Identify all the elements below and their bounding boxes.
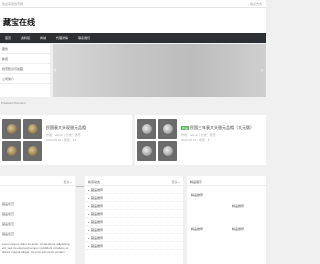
product-title-text[interactable]: 民国三年袁大头银元品相（大元版） (190, 125, 254, 130)
more-link[interactable]: 更多 » (63, 180, 72, 184)
news-item[interactable]: 藏品推荐 (85, 218, 183, 226)
news-item[interactable]: 藏品推荐 (85, 210, 183, 218)
side-menu-item-service[interactable]: 服务 (0, 44, 50, 54)
main-nav: 首页 资料馆 商城 代理详情 联系我们 (0, 33, 266, 43)
coin-image[interactable] (158, 119, 177, 139)
news-item[interactable]: 藏品推荐 (85, 242, 183, 250)
nav-item-agent[interactable]: 代理详情 (56, 36, 68, 40)
product-date: 2023-06-01 | 浏览：12 (46, 138, 77, 142)
product-title[interactable]: 民国袁大头现银元品相 (46, 125, 86, 131)
news-item-label[interactable]: 藏品推荐 (91, 204, 103, 208)
column-description: Lorem ipsum dolor sit amet, consectetur … (2, 242, 70, 254)
coin-gallery[interactable] (137, 119, 177, 161)
news-item[interactable]: 藏品推荐 (85, 234, 183, 242)
featured-item[interactable]: 精品推荐 (232, 204, 244, 208)
list-item[interactable]: 藏品鉴赏 (2, 202, 14, 206)
coin-image[interactable] (158, 141, 177, 161)
bullet-icon (88, 205, 89, 207)
news-item[interactable]: 藏品推荐 (85, 194, 183, 202)
nav-item-library[interactable]: 资料馆 (21, 36, 30, 40)
side-menu-item-news[interactable]: 新闻 (0, 54, 50, 64)
coin-image[interactable] (137, 119, 156, 139)
featured-item[interactable]: 精品推荐 (191, 227, 203, 231)
news-item-label[interactable]: 藏品推荐 (91, 228, 103, 232)
product-card[interactable]: 民国袁大头现银元品相 作者：admin | 分类：钱币 2023-06-01 |… (0, 115, 132, 165)
hero-banner[interactable]: ‹ › (53, 44, 266, 97)
coin-image[interactable] (23, 119, 42, 139)
coin-gallery[interactable] (2, 119, 42, 161)
coin-image[interactable] (137, 141, 156, 161)
list-item[interactable]: 藏品鉴赏 (2, 222, 14, 226)
bullet-icon (88, 189, 89, 191)
top-bar: 欢迎来到钱币网 | 联系方式 (0, 0, 266, 8)
chevron-right-icon[interactable]: › (261, 66, 265, 76)
site-header: 藏宝在线 (0, 8, 266, 33)
list-item[interactable]: 藏品鉴赏 (2, 232, 14, 236)
contact-link[interactable]: | 联系方式 (248, 2, 262, 6)
coin-image[interactable] (2, 141, 21, 161)
featured-item[interactable]: 精品推荐 (232, 227, 244, 231)
bullet-icon (88, 197, 89, 199)
list-item[interactable]: 藏品鉴赏 (2, 212, 14, 216)
featured-column: 精品展示 精品推荐 精品推荐 精品推荐 精品推荐 (187, 176, 266, 264)
product-meta: 作者：admin | 分类：钱币 (46, 133, 81, 137)
column-title: 新闻动态 (88, 180, 101, 184)
news-item[interactable]: 藏品推荐 (85, 202, 183, 210)
column-header: 精品展示 (187, 176, 266, 186)
news-item-label[interactable]: 藏品推荐 (91, 236, 103, 240)
more-link[interactable]: 更多 » (171, 180, 180, 184)
section-label: Products Premium (1, 101, 26, 105)
new-badge: 新品 (181, 126, 190, 130)
coin-image[interactable] (23, 141, 42, 161)
column-header: 更多 » (0, 176, 75, 186)
news-item-label[interactable]: 藏品推荐 (91, 220, 103, 224)
bullet-icon (88, 245, 89, 247)
side-menu: 服务 新闻 钱币知识与鉴藏 公司简介 (0, 44, 50, 97)
chevron-left-icon[interactable]: ‹ (54, 66, 58, 76)
side-menu-item-about[interactable]: 公司简介 (0, 74, 50, 84)
bullet-icon (88, 237, 89, 239)
nav-item-home[interactable]: 首页 (5, 36, 11, 40)
news-item-label[interactable]: 藏品推荐 (91, 188, 103, 192)
bullet-icon (88, 229, 89, 231)
news-item-label[interactable]: 藏品推荐 (91, 212, 103, 216)
featured-item[interactable]: 精品推荐 (191, 193, 203, 197)
news-item[interactable]: 藏品推荐 (85, 226, 183, 234)
column-title: 精品展示 (190, 180, 203, 184)
nav-item-contact[interactable]: 联系我们 (78, 36, 90, 40)
bullet-icon (88, 213, 89, 215)
coin-image[interactable] (2, 119, 21, 139)
collection-column: 更多 » 藏品鉴赏 藏品鉴赏 藏品鉴赏 藏品鉴赏 Lorem ipsum dol… (0, 176, 75, 264)
news-item-label[interactable]: 藏品推荐 (91, 244, 103, 248)
welcome-text: 欢迎来到钱币网 (2, 2, 24, 6)
site-logo[interactable]: 藏宝在线 (3, 17, 35, 28)
side-menu-item-knowledge[interactable]: 钱币知识与鉴藏 (0, 64, 50, 74)
nav-item-shop[interactable]: 商城 (40, 36, 46, 40)
product-title[interactable]: 新品 民国三年袁大头银元品相（大元版） (181, 125, 254, 131)
news-column: 新闻动态 更多 » 藏品推荐 藏品推荐 藏品推荐 藏品推荐 藏品推荐 藏品推荐 … (85, 176, 183, 264)
news-item-label[interactable]: 藏品推荐 (91, 196, 103, 200)
news-item[interactable]: 藏品推荐 (85, 186, 183, 194)
product-card[interactable]: 新品 民国三年袁大头银元品相（大元版） 作者：admin | 分类：钱币 2023… (135, 115, 266, 165)
product-meta: 作者：admin | 分类：钱币 (181, 133, 216, 137)
column-header: 新闻动态 更多 » (85, 176, 183, 186)
product-date: 2023-06-01 | 浏览：8 (181, 138, 210, 142)
bullet-icon (88, 221, 89, 223)
